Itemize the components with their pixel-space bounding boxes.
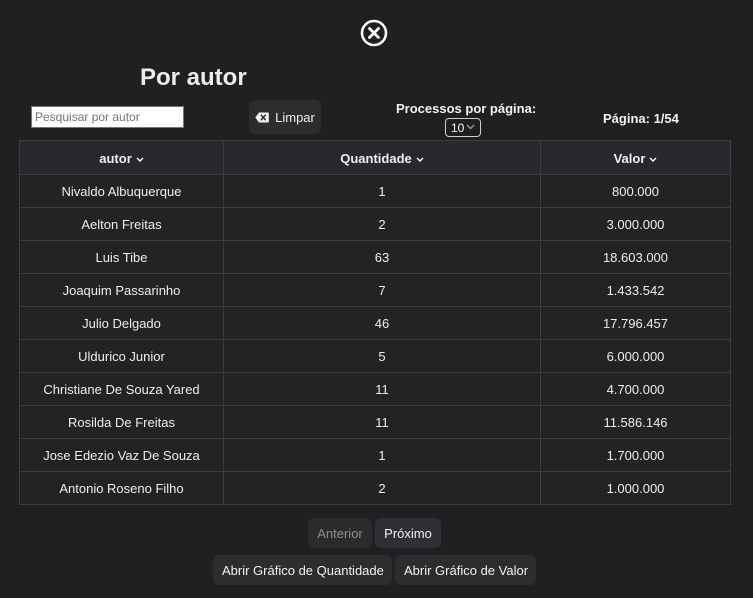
previous-page-button[interactable]: Anterior [308,518,372,548]
chevron-down-icon [416,150,424,165]
cell-autor: Uldurico Junior [19,339,224,373]
cell-autor: Aelton Freitas [19,207,224,241]
chevron-down-icon [466,122,475,133]
per-page-label: Processos por página: [396,101,537,116]
results-table: autor Quantidade Valor Nivaldo Albuquerq… [19,140,731,505]
table-row: Julio Delgado 46 17.796.457 [19,306,731,340]
table-row: Christiane De Souza Yared 11 4.700.000 [19,372,731,406]
table-row: Luis Tibe 63 18.603.000 [19,240,731,274]
cell-autor: Jose Edezio Vaz De Souza [19,438,224,472]
cell-valor: 11.586.146 [540,405,731,439]
table-row: Aelton Freitas 2 3.000.000 [19,207,731,241]
open-value-chart-button[interactable]: Abrir Gráfico de Valor [395,555,536,585]
cell-quantidade: 2 [223,207,541,241]
column-header-label: autor [99,150,132,166]
close-icon[interactable] [360,19,388,47]
column-header-autor[interactable]: autor [19,140,224,175]
per-page-value: 10 [451,120,465,135]
clear-button[interactable]: Limpar [249,100,321,134]
column-header-label: Valor [613,150,646,166]
cell-valor: 1.433.542 [540,273,731,307]
chevron-down-icon [136,150,144,165]
cell-autor: Christiane De Souza Yared [19,372,224,406]
cell-autor: Joaquim Passarinho [19,273,224,307]
table-header-row: autor Quantidade Valor [19,140,731,175]
cell-quantidade: 1 [223,174,541,208]
cell-autor: Rosilda De Freitas [19,405,224,439]
backspace-icon [255,112,269,123]
cell-quantidade: 63 [223,240,541,274]
open-quantity-chart-button[interactable]: Abrir Gráfico de Quantidade [213,555,392,585]
cell-autor: Julio Delgado [19,306,224,340]
column-header-valor[interactable]: Valor [540,140,731,175]
cell-valor: 18.603.000 [540,240,731,274]
cell-quantidade: 5 [223,339,541,373]
column-header-label: Quantidade [340,150,412,166]
cell-valor: 800.000 [540,174,731,208]
cell-autor: Antonio Roseno Filho [19,471,224,505]
cell-quantidade: 1 [223,438,541,472]
search-input[interactable] [31,106,184,128]
chevron-down-icon [649,150,657,165]
per-page-select[interactable]: 10 [445,118,481,137]
cell-quantidade: 7 [223,273,541,307]
clear-button-label: Limpar [275,109,315,125]
cell-valor: 1.700.000 [540,438,731,472]
modal-page: Por autor Limpar Processos por página: 1… [0,0,753,598]
cell-quantidade: 11 [223,405,541,439]
cell-valor: 6.000.000 [540,339,731,373]
table-row: Uldurico Junior 5 6.000.000 [19,339,731,373]
cell-valor: 1.000.000 [540,471,731,505]
cell-autor: Luis Tibe [19,240,224,274]
page-info: Página: 1/54 [603,111,679,126]
table-row: Nivaldo Albuquerque 1 800.000 [19,174,731,208]
cell-valor: 3.000.000 [540,207,731,241]
page-title: Por autor [140,64,247,91]
table-row: Antonio Roseno Filho 2 1.000.000 [19,471,731,505]
next-page-button[interactable]: Próximo [375,518,441,548]
cell-valor: 4.700.000 [540,372,731,406]
table-row: Jose Edezio Vaz De Souza 1 1.700.000 [19,438,731,472]
cell-quantidade: 2 [223,471,541,505]
column-header-quantidade[interactable]: Quantidade [223,140,541,175]
table-row: Rosilda De Freitas 11 11.586.146 [19,405,731,439]
table-row: Joaquim Passarinho 7 1.433.542 [19,273,731,307]
cell-autor: Nivaldo Albuquerque [19,174,224,208]
cell-quantidade: 11 [223,372,541,406]
cell-valor: 17.796.457 [540,306,731,340]
cell-quantidade: 46 [223,306,541,340]
